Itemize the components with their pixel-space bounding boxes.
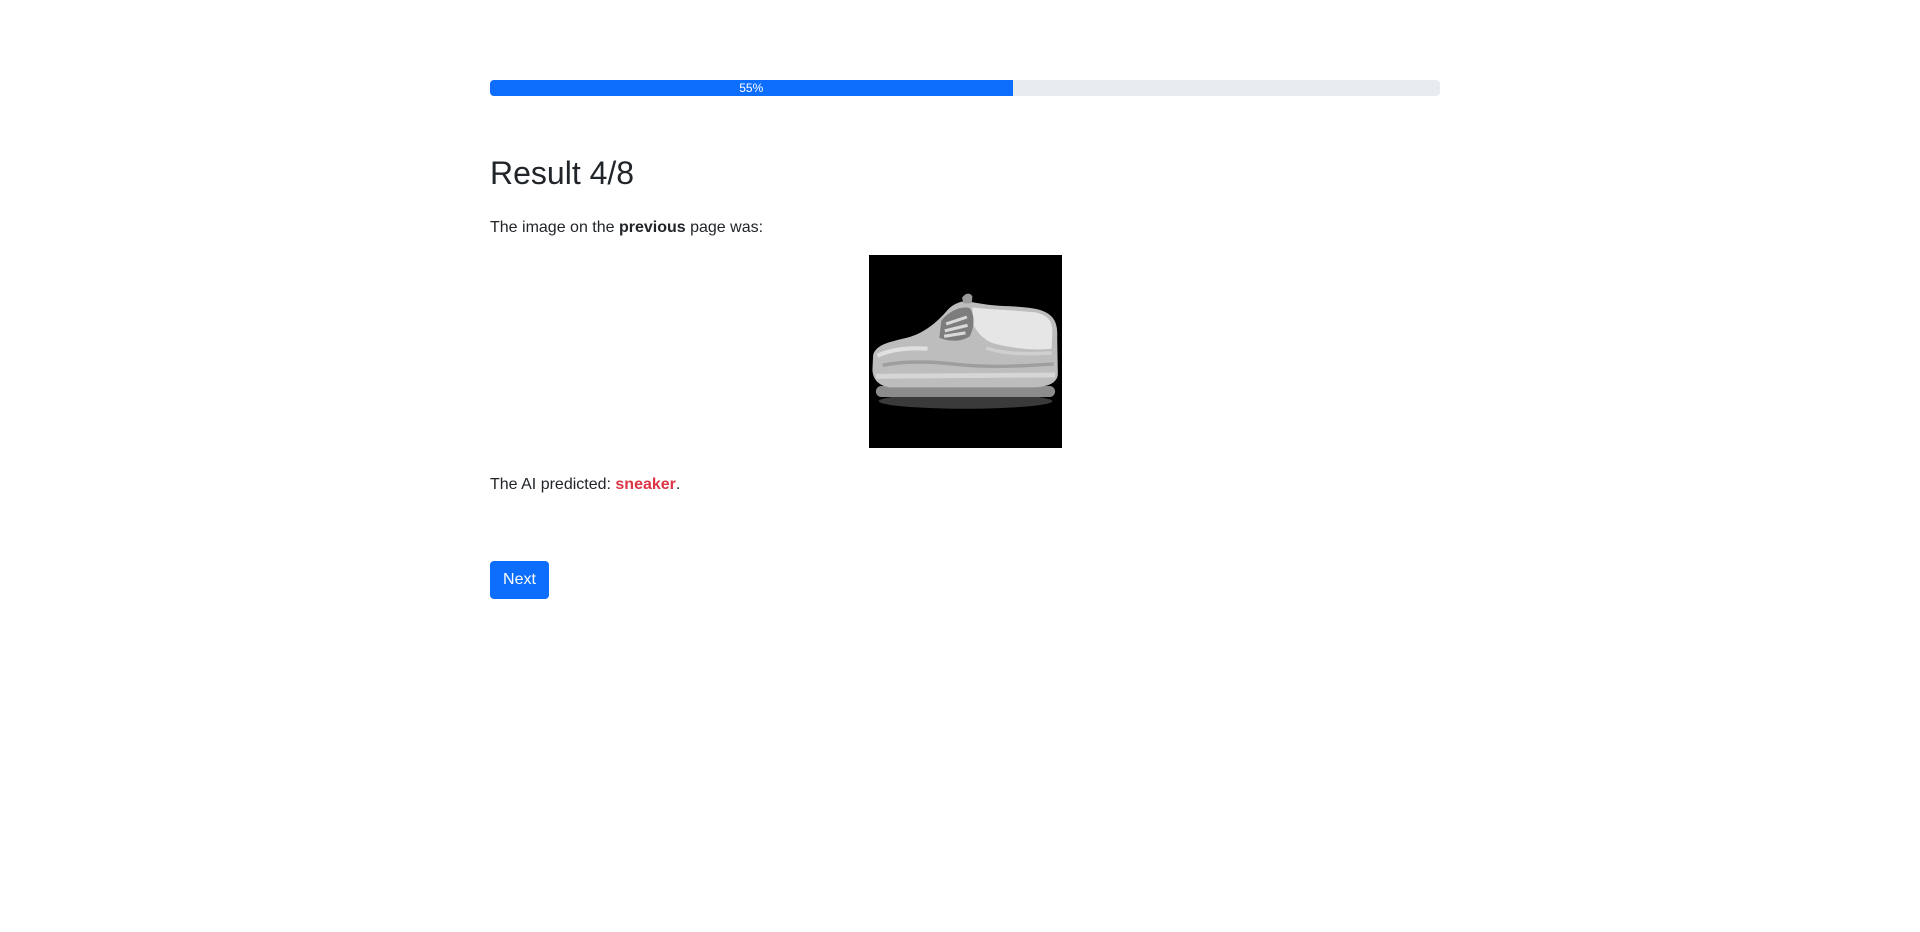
sneaker-graphic xyxy=(869,255,1062,448)
prediction-text: The AI predicted: sneaker. xyxy=(490,473,680,497)
intro-text-start: The image on the xyxy=(490,219,619,236)
prediction-prefix: The AI predicted: xyxy=(490,476,616,493)
image-intro-text: The image on the previous page was: xyxy=(490,216,763,240)
sneaker-image xyxy=(869,255,1062,448)
progress-bar-fill: 55% xyxy=(490,80,1013,96)
page-title: Result 4/8 xyxy=(490,155,635,191)
progress-bar-track: 55% xyxy=(490,80,1440,96)
intro-text-bold: previous xyxy=(618,219,686,236)
page-container: 55% Result 4/8 The image on the previous… xyxy=(0,0,1920,932)
intro-text-end: page was: xyxy=(685,219,764,236)
prediction-suffix: . xyxy=(675,476,681,493)
prediction-value: sneaker xyxy=(615,476,676,493)
next-button[interactable]: Next xyxy=(490,561,549,599)
